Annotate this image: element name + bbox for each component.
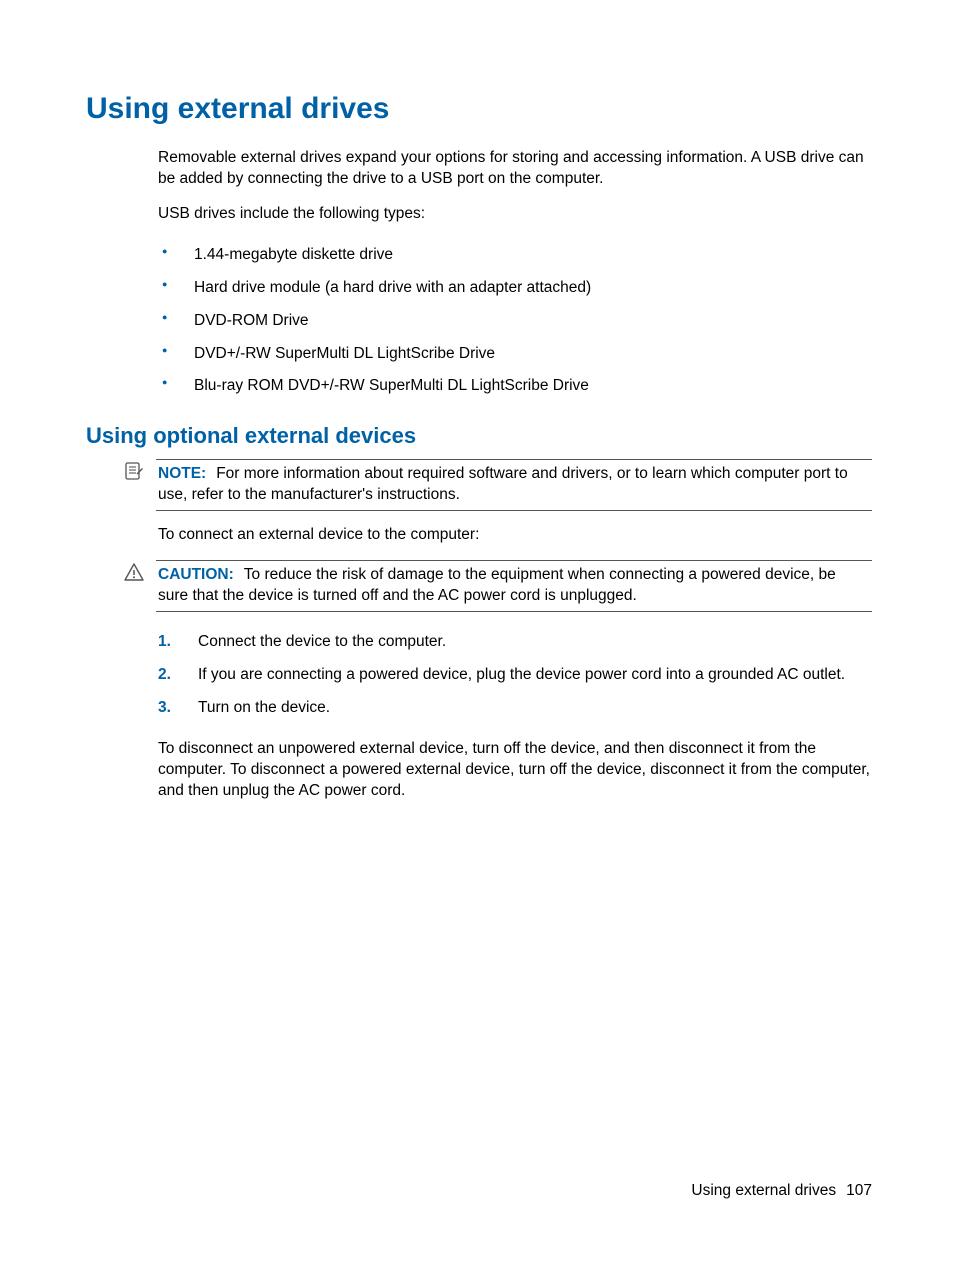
note-icon [124, 462, 148, 485]
intro-paragraph-2: USB drives include the following types: [158, 204, 872, 225]
list-item: 1.44-megabyte diskette drive [158, 239, 872, 272]
intro-block: Removable external drives expand your op… [158, 148, 872, 403]
caution-callout: CAUTION:To reduce the risk of damage to … [124, 560, 872, 612]
drive-types-list: 1.44-megabyte diskette drive Hard drive … [158, 239, 872, 404]
caution-icon [124, 563, 148, 586]
list-item: DVD+/-RW SuperMulti DL LightScribe Drive [158, 338, 872, 371]
page-number: 107 [846, 1182, 872, 1199]
footer-text: Using external drives [691, 1182, 836, 1199]
list-item: Blu-ray ROM DVD+/-RW SuperMulti DL Light… [158, 370, 872, 403]
intro-paragraph-1: Removable external drives expand your op… [158, 148, 872, 190]
document-page: Using external drives Removable external… [0, 0, 954, 1270]
connect-intro: To connect an external device to the com… [158, 525, 872, 546]
steps-list: Connect the device to the computer. If y… [158, 626, 872, 725]
caution-box: CAUTION:To reduce the risk of damage to … [156, 560, 872, 612]
step-item: If you are connecting a powered device, … [158, 659, 872, 692]
list-item: Hard drive module (a hard drive with an … [158, 272, 872, 305]
disconnect-paragraph: To disconnect an unpowered external devi… [158, 739, 872, 802]
page-title: Using external drives [86, 92, 872, 126]
step-item: Connect the device to the computer. [158, 626, 872, 659]
caution-label: CAUTION: [158, 566, 234, 583]
page-footer: Using external drives 107 [691, 1182, 872, 1200]
list-item: DVD-ROM Drive [158, 305, 872, 338]
note-text: For more information about required soft… [158, 465, 848, 503]
caution-text: To reduce the risk of damage to the equi… [158, 566, 836, 604]
section-heading: Using optional external devices [86, 423, 872, 449]
note-label: NOTE: [158, 465, 206, 482]
step-item: Turn on the device. [158, 692, 872, 725]
note-box: NOTE:For more information about required… [156, 459, 872, 511]
note-callout: NOTE:For more information about required… [124, 459, 872, 511]
